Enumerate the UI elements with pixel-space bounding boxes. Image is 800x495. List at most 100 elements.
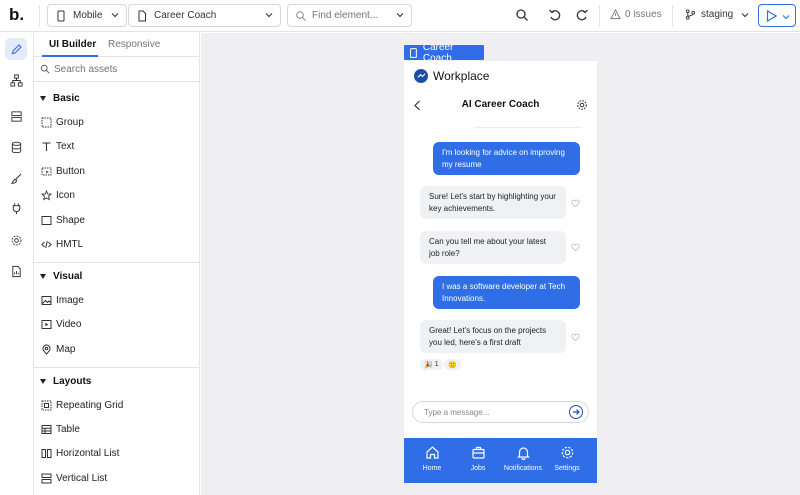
video-icon (41, 320, 52, 329)
reaction-chip[interactable]: 🙂 (444, 359, 461, 370)
asset-html[interactable]: HMTL (41, 239, 83, 250)
message-input[interactable] (424, 407, 564, 417)
plugins-tool-button[interactable] (5, 197, 27, 219)
logs-tool-button[interactable] (5, 260, 27, 282)
nav-item-settings[interactable]: Settings (545, 445, 589, 472)
asset-icon[interactable]: Icon (41, 190, 75, 201)
data-tool-button[interactable] (5, 105, 27, 127)
asset-video[interactable]: Video (41, 319, 81, 330)
asset-table[interactable]: Table (41, 424, 80, 435)
workflow-tool-button[interactable] (5, 69, 27, 91)
arrow-right-icon (573, 409, 580, 415)
table-icon (41, 425, 52, 434)
branch-icon (685, 9, 696, 20)
nav-label: Home (422, 465, 442, 472)
asset-label: Map (56, 344, 76, 355)
section-label: Layouts (53, 376, 92, 387)
gear-icon[interactable] (576, 99, 588, 111)
star-icon (41, 190, 52, 201)
warning-icon (610, 9, 621, 20)
asset-map[interactable]: Map (41, 344, 75, 355)
tab-ui-builder[interactable]: UI Builder (49, 39, 96, 50)
gear-icon (561, 446, 573, 459)
preview-button[interactable] (758, 4, 796, 27)
search-icon[interactable] (515, 8, 529, 22)
tab-responsive[interactable]: Responsive (108, 39, 160, 50)
find-element-input[interactable] (312, 10, 397, 21)
database-tool-button[interactable] (5, 136, 27, 158)
message-bot: Can you tell me about your latest job ro… (420, 231, 566, 264)
shape-icon (41, 216, 52, 225)
heart-icon[interactable] (571, 333, 580, 342)
asset-search-input[interactable] (54, 63, 184, 75)
image-icon (41, 296, 52, 305)
issues-indicator[interactable]: 0 issues (610, 9, 662, 20)
asset-image[interactable]: Image (41, 295, 84, 306)
nav-item-home[interactable]: Home (410, 445, 454, 472)
send-button[interactable] (569, 405, 583, 419)
device-select[interactable]: Mobile (47, 4, 127, 27)
bottom-navigation: Home Jobs Notifications Settings (404, 438, 597, 483)
message-user: I was a software developer at Tech Innov… (433, 276, 580, 309)
message-composer[interactable] (412, 401, 589, 423)
find-element-field[interactable] (287, 4, 412, 27)
design-tool-button[interactable] (5, 38, 27, 60)
phone-icon (57, 10, 65, 21)
phone-frame[interactable]: Workplace AI Career Coach I'm looking fo… (404, 61, 597, 483)
asset-shape[interactable]: Shape (41, 215, 85, 226)
settings-tool-button[interactable] (5, 229, 27, 251)
section-divider (34, 367, 200, 368)
message-bot: Great! Let's focus on the projects you l… (420, 320, 566, 353)
nav-label: Notifications (503, 465, 543, 472)
asset-label: Vertical List (56, 473, 108, 484)
section-basic[interactable]: Basic (40, 93, 80, 104)
reaction-emoji: 🎉 (424, 361, 433, 369)
section-layouts[interactable]: Layouts (40, 376, 91, 387)
plug-icon (12, 202, 20, 214)
chevron-down-icon (111, 13, 119, 18)
asset-repeating-grid[interactable]: Repeating Grid (41, 400, 123, 411)
asset-search[interactable] (34, 57, 200, 82)
asset-text[interactable]: Text (41, 141, 74, 152)
chevron-down-icon (265, 13, 273, 18)
reaction-count: 1 (434, 361, 439, 368)
asset-label: Video (56, 319, 82, 330)
asset-group[interactable]: Group (41, 117, 84, 128)
top-toolbar: b. Mobile Career Coach 0 issues staging (0, 0, 800, 32)
briefcase-icon (471, 446, 485, 459)
nav-label: Jobs (470, 465, 486, 472)
nav-item-notifications[interactable]: Notifications (501, 445, 545, 472)
asset-vertical-list[interactable]: Vertical List (41, 473, 107, 484)
bell-icon (516, 447, 530, 460)
reaction-emoji: 🙂 (448, 361, 457, 369)
asset-button[interactable]: Button (41, 166, 85, 177)
heart-icon[interactable] (571, 243, 580, 252)
heart-icon[interactable] (571, 199, 580, 208)
vertical-list-icon (41, 473, 52, 484)
brand-logo-icon (414, 69, 428, 83)
asset-label: Icon (56, 190, 75, 201)
undo-icon[interactable] (548, 8, 562, 22)
reaction-chip[interactable]: 🎉 1 (420, 359, 443, 370)
app-logo[interactable]: b. (9, 5, 27, 25)
branch-select[interactable]: staging (685, 9, 749, 20)
brand-name: Workplace (433, 69, 490, 83)
asset-horizontal-list[interactable]: Horizontal List (41, 448, 119, 459)
asset-label: Table (56, 424, 80, 435)
asset-label: Horizontal List (56, 448, 120, 459)
page-select[interactable]: Career Coach (128, 4, 281, 27)
styles-tool-button[interactable] (5, 167, 27, 189)
nav-item-jobs[interactable]: Jobs (456, 445, 500, 472)
caret-down-icon (40, 274, 46, 279)
section-visual[interactable]: Visual (40, 271, 82, 282)
database-icon (11, 141, 21, 153)
date-divider (474, 127, 582, 128)
section-divider (34, 262, 200, 263)
redo-icon[interactable] (575, 8, 589, 22)
assets-panel: UI Builder Responsive Basic Group Text B… (34, 32, 200, 495)
section-label: Visual (53, 271, 83, 282)
issues-label: 0 issues (625, 9, 662, 20)
chevron-down-icon (741, 12, 749, 17)
frame-label[interactable]: Career Coach (404, 42, 484, 64)
brush-icon (10, 172, 22, 184)
